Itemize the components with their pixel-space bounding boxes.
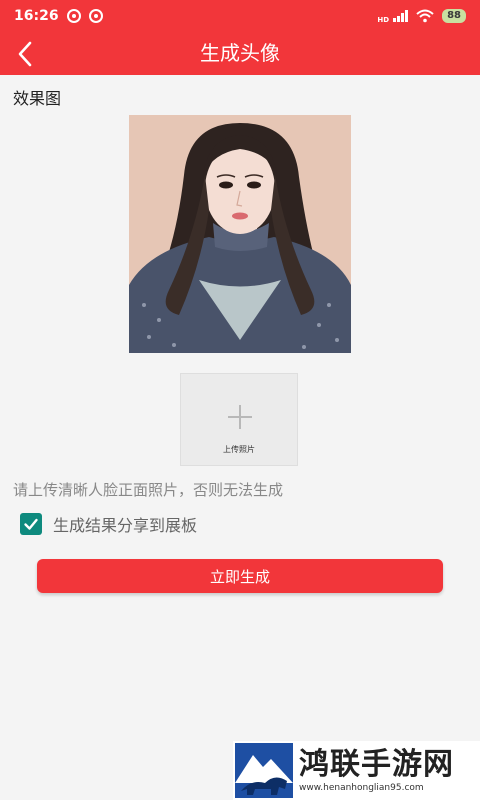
watermark-logo [235, 743, 293, 798]
notification-icon-2 [88, 9, 103, 23]
hd-label: HD [377, 16, 390, 24]
share-checkbox[interactable] [20, 513, 42, 535]
watermark: 鸿联手游网 www.henanhonglian95.com [233, 741, 480, 800]
watermark-url: www.henanhonglian95.com [299, 782, 424, 793]
page-title: 生成头像 [200, 41, 280, 65]
plus-icon [228, 405, 252, 429]
generate-button[interactable]: 立即生成 [37, 559, 443, 593]
app-bar: 生成头像 [0, 32, 480, 75]
wifi-icon [416, 9, 434, 23]
result-preview-image [129, 115, 351, 353]
status-left: 16:26 [14, 8, 103, 24]
battery-icon: 88 [442, 9, 466, 23]
status-time: 16:26 [14, 8, 59, 24]
checkmark-icon [24, 518, 38, 530]
watermark-title: 鸿联手游网 [299, 746, 454, 782]
status-bar: 16:26 HD 88 [0, 0, 480, 32]
watermark-text: 鸿联手游网 www.henanhonglian95.com [299, 746, 454, 794]
upload-photo-button[interactable]: 上传照片 [180, 373, 298, 466]
status-right: HD 88 [377, 8, 466, 24]
share-checkbox-row[interactable]: 生成结果分享到展板 [20, 512, 197, 536]
upload-hint: 请上传清晰人脸正面照片，否则无法生成 [13, 481, 284, 499]
share-checkbox-label: 生成结果分享到展板 [53, 516, 198, 535]
signal-icon [393, 10, 409, 22]
upload-label: 上传照片 [223, 445, 255, 454]
notification-icon [66, 9, 81, 23]
section-label: 效果图 [13, 89, 62, 108]
main-content: 效果图 上传照片 请上传清晰人脸正面照片，否则无法生成 生成结果分享到展板 立即… [0, 75, 480, 800]
